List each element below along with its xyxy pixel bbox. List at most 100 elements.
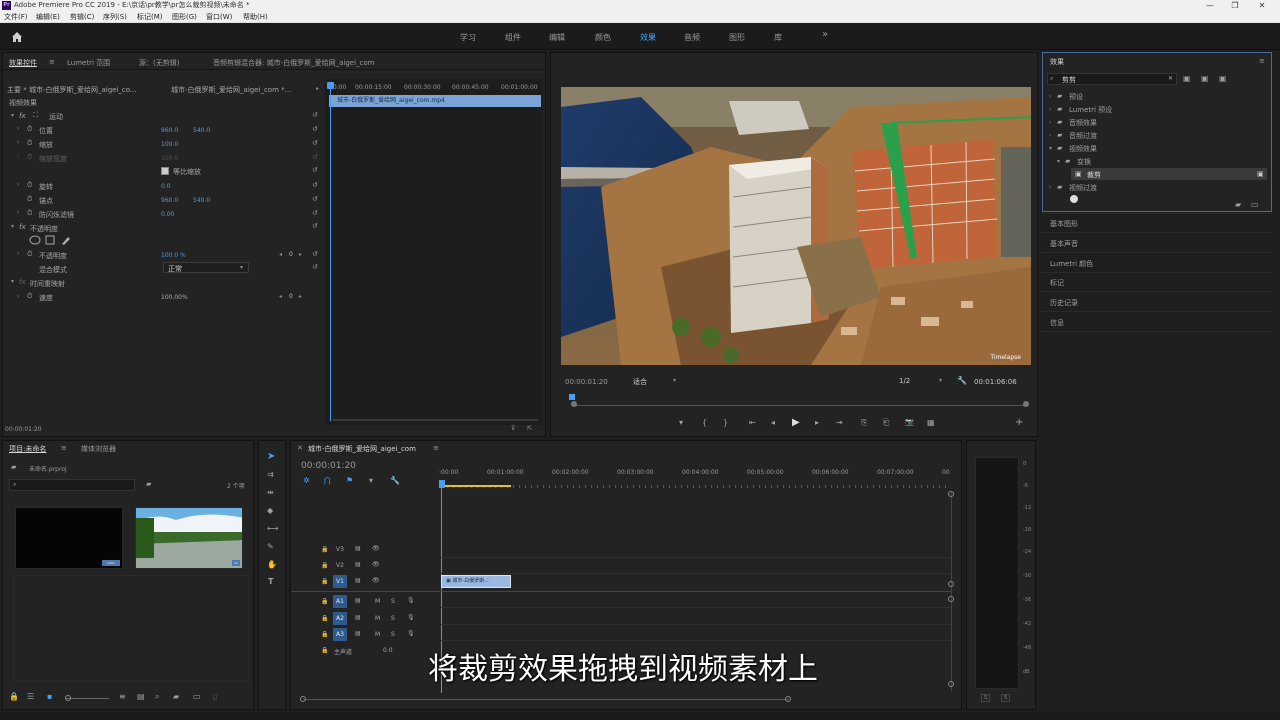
microphone-icon[interactable]: 🎙 bbox=[407, 597, 415, 604]
new-folder-icon[interactable]: ▰ bbox=[173, 692, 179, 701]
tab-project[interactable]: 项目:未命名 bbox=[9, 444, 46, 454]
effects-panel-menu-icon[interactable]: ≡ bbox=[1259, 57, 1265, 65]
scrub-out-handle[interactable] bbox=[1023, 401, 1029, 407]
reset-icon[interactable]: ↺ bbox=[312, 195, 318, 203]
yuv-effects-icon[interactable]: ▣ bbox=[1219, 74, 1227, 83]
minimize-button[interactable]: — bbox=[1200, 0, 1220, 11]
hand-tool-icon[interactable]: ✋ bbox=[267, 560, 277, 569]
opacity-value[interactable]: 100.0 % bbox=[161, 252, 186, 259]
collapse-icon[interactable]: ▾ bbox=[1049, 145, 1052, 152]
ripple-edit-tool-icon[interactable]: ⇹ bbox=[267, 488, 274, 497]
panel-essential-graphics[interactable]: 基本图形 bbox=[1050, 219, 1078, 229]
tree-item-audio-transitions[interactable]: 音频过渡 bbox=[1069, 131, 1097, 141]
tab-media-browser[interactable]: 媒体浏览器 bbox=[81, 444, 116, 454]
tab-menu-icon[interactable]: ≡ bbox=[49, 58, 55, 66]
mute-button[interactable]: M bbox=[375, 598, 380, 605]
clip-thumbnail[interactable]: ▭ bbox=[135, 507, 243, 569]
go-to-in-icon[interactable]: ⇤ bbox=[749, 418, 756, 427]
tab-menu-icon[interactable]: ≡ bbox=[61, 444, 67, 452]
microphone-icon[interactable]: 🎙 bbox=[407, 614, 415, 621]
play-button[interactable]: ▶ bbox=[792, 417, 800, 428]
slider-handle[interactable] bbox=[65, 695, 71, 701]
vscroll-handle-top[interactable] bbox=[948, 491, 954, 497]
menu-marker[interactable]: 标记(M) bbox=[137, 11, 163, 23]
tree-item-video-transitions[interactable]: 视频过渡 bbox=[1069, 183, 1097, 193]
expand-icon[interactable]: › bbox=[17, 125, 19, 132]
stopwatch-icon[interactable]: ⏱ bbox=[27, 250, 32, 259]
expand-icon[interactable]: › bbox=[17, 181, 19, 188]
property-value[interactable]: 960.0 bbox=[161, 197, 178, 204]
fx-icon[interactable]: fx bbox=[19, 223, 26, 231]
ec-timecode[interactable]: 00:00:01:20 bbox=[5, 426, 42, 433]
panel-history[interactable]: 历史记录 bbox=[1050, 298, 1078, 308]
property-value-2[interactable]: 540.0 bbox=[193, 127, 210, 134]
expand-icon[interactable]: › bbox=[1049, 132, 1051, 139]
eye-icon[interactable]: 👁 bbox=[372, 545, 380, 552]
eye-icon[interactable]: 👁 bbox=[372, 577, 380, 584]
home-icon[interactable] bbox=[11, 31, 23, 43]
button-editor-icon[interactable]: + bbox=[1015, 417, 1023, 428]
solo-button[interactable]: S bbox=[391, 598, 395, 605]
wrench-icon[interactable]: 🔧 bbox=[957, 376, 967, 385]
hscroll-handle-right[interactable] bbox=[785, 696, 791, 702]
export-frame-icon[interactable]: 📷 bbox=[905, 418, 914, 426]
reset-icon[interactable]: ↺ bbox=[312, 125, 318, 133]
mark-in-icon[interactable]: { bbox=[702, 418, 707, 427]
resolution-dropdown[interactable]: 1/2 ▾ bbox=[897, 375, 947, 386]
timeline-playhead-handle[interactable] bbox=[439, 480, 445, 488]
reset-icon[interactable]: ↺ bbox=[312, 166, 318, 174]
sync-icon[interactable]: ▤ bbox=[355, 630, 361, 637]
horizontal-scrollbar[interactable] bbox=[303, 699, 789, 700]
tree-item-crop-row[interactable]: ▣ 裁剪 ▣ bbox=[1071, 168, 1267, 180]
accelerated-effects-icon[interactable]: ▣ bbox=[1183, 74, 1191, 83]
effects-search-input[interactable]: ⌕ 剪剪 ✕ bbox=[1047, 73, 1177, 85]
motion-transform-icon[interactable]: ⛶ bbox=[33, 111, 38, 120]
workspace-graphics[interactable]: 图形 bbox=[729, 32, 745, 43]
compare-view-icon[interactable]: ▦ bbox=[927, 418, 935, 427]
tree-item-presets[interactable]: 预设 bbox=[1069, 92, 1083, 102]
mute-button[interactable]: M bbox=[375, 615, 380, 622]
project-search-input[interactable]: ⌕ bbox=[9, 479, 135, 491]
workspace-audio[interactable]: 音频 bbox=[684, 32, 700, 43]
sync-icon[interactable]: ▤ bbox=[355, 597, 361, 604]
scrub-in-handle[interactable] bbox=[571, 401, 577, 407]
panel-lumetri-color[interactable]: Lumetri 颜色 bbox=[1050, 259, 1093, 269]
track-select-tool-icon[interactable]: ⇉ bbox=[267, 470, 274, 479]
add-marker-icon[interactable]: ▾ bbox=[679, 418, 683, 427]
thumbnail-size-slider[interactable] bbox=[65, 698, 109, 699]
track-target-button[interactable]: A1 bbox=[333, 595, 347, 608]
menu-sequence[interactable]: 序列(S) bbox=[103, 11, 127, 23]
menu-graphics[interactable]: 图形(G) bbox=[172, 11, 197, 23]
expand-icon[interactable]: › bbox=[1049, 119, 1051, 126]
prev-keyframe-icon[interactable]: ◂ bbox=[279, 251, 282, 258]
delete-icon[interactable]: ▭ bbox=[1251, 200, 1259, 209]
lock-icon[interactable]: 🔒 bbox=[321, 546, 328, 553]
next-keyframe-icon[interactable]: ▸ bbox=[299, 293, 302, 300]
workspace-effects[interactable]: 效果 bbox=[640, 32, 656, 43]
expand-icon[interactable]: › bbox=[1049, 93, 1051, 100]
reset-icon[interactable]: ↺ bbox=[312, 181, 318, 189]
go-to-out-icon[interactable]: ⇥ bbox=[836, 418, 843, 427]
reset-icon[interactable]: ↺ bbox=[312, 111, 318, 119]
track-target-button[interactable]: A3 bbox=[333, 628, 347, 641]
collapse-icon[interactable]: ▾ bbox=[1057, 158, 1060, 165]
tab-audio-clip-mixer[interactable]: 音频剪辑混合器: 城市-白俄罗斯_爱给网_aigei_com bbox=[213, 58, 375, 68]
program-timecode[interactable]: 00:00:01:20 bbox=[565, 378, 608, 386]
video-frame[interactable]: Timelapse bbox=[561, 87, 1031, 365]
workspace-libraries[interactable]: 库 bbox=[774, 32, 782, 43]
lock-icon[interactable]: 🔒 bbox=[321, 631, 328, 638]
effect-timeline[interactable] bbox=[325, 79, 543, 425]
program-scrub-bar[interactable] bbox=[571, 405, 1027, 406]
tab-lumetri-scopes[interactable]: Lumetri 范围 bbox=[67, 58, 110, 68]
track-target-button[interactable]: V1 bbox=[333, 575, 347, 588]
stopwatch-icon[interactable]: ⏱ bbox=[27, 195, 32, 204]
tree-item-transform[interactable]: 变换 bbox=[1077, 157, 1091, 167]
master-clip-label[interactable]: 主要 * 城市-白俄罗斯_爱给网_aigei_co... bbox=[7, 85, 137, 95]
track-target-button[interactable]: A2 bbox=[333, 612, 347, 625]
tree-item-audio-effects[interactable]: 音频效果 bbox=[1069, 118, 1097, 128]
property-value[interactable]: 100.0 bbox=[161, 141, 178, 148]
sync-icon[interactable]: ▤ bbox=[355, 614, 361, 621]
master-track-value[interactable]: 0.0 bbox=[383, 647, 393, 654]
video-clip[interactable]: ▣ 城市-白俄罗斯... bbox=[441, 575, 511, 588]
workspace-learn[interactable]: 学习 bbox=[460, 32, 476, 43]
